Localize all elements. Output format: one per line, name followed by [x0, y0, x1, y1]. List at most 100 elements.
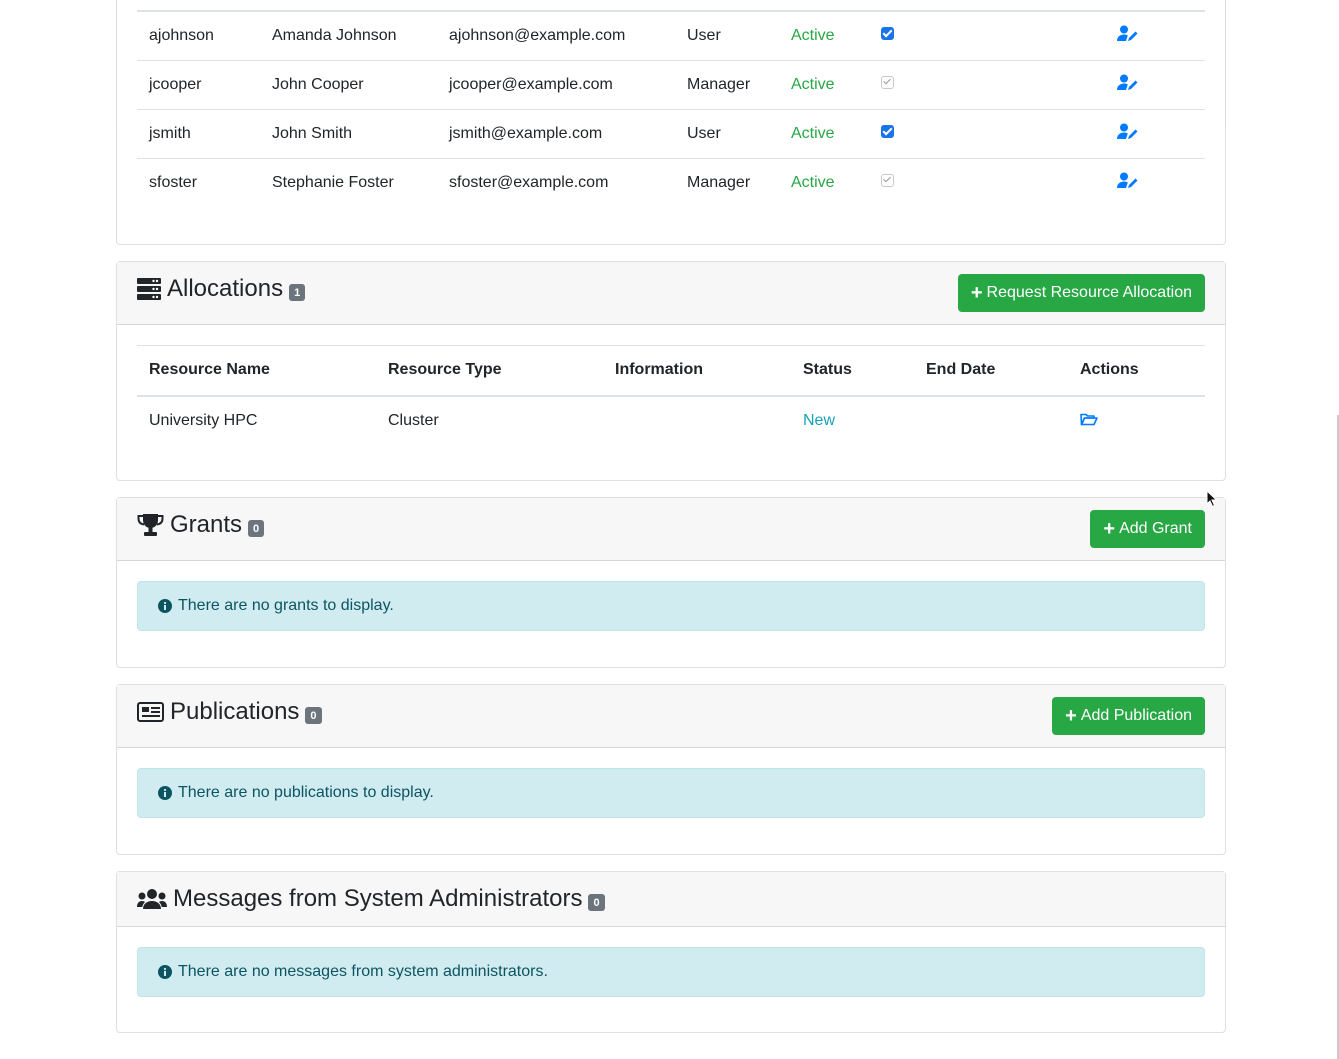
allocations-column-header: End Date [914, 345, 1068, 397]
allocations-heading: Allocations 1 [137, 275, 306, 303]
role-cell: User [675, 108, 779, 158]
notification-cell [869, 59, 999, 109]
username-cell: jsmith [137, 108, 260, 158]
actions-cell [999, 108, 1205, 158]
allocations-title: Allocations [167, 275, 284, 302]
table-row: ajohnson Amanda Johnson ajohnson@example.c… [137, 10, 1205, 60]
grants-count-badge: 0 [248, 519, 265, 537]
request-resource-allocation-button[interactable]: + Request Resource Allocation [957, 274, 1205, 312]
allocations-column-header: Resource Type [376, 345, 603, 397]
notification-checkbox [881, 173, 894, 187]
status-cell: Active [779, 59, 869, 109]
info-circle-icon [158, 965, 172, 979]
username-cell: ajohnson [137, 10, 260, 60]
messages-card: Messages from System Administrators 0 Th… [116, 871, 1226, 1033]
publications-empty-message: There are no publications to display. [178, 784, 434, 801]
add-grant-button[interactable]: + Add Grant [1090, 510, 1205, 548]
grants-empty-alert: There are no grants to display. [137, 581, 1205, 631]
publications-card: Publications 0 + Add Publication There a… [116, 684, 1226, 855]
add-publication-button[interactable]: + Add Publication [1052, 697, 1205, 735]
allocations-card: Allocations 1 + Request Resource Allocat… [116, 261, 1226, 481]
add-publication-label: Add Publication [1080, 707, 1192, 724]
notification-cell [869, 10, 999, 60]
username-cell: sfoster [137, 157, 260, 207]
name-cell: John Cooper [260, 59, 437, 109]
publications-empty-alert: There are no publications to display. [137, 768, 1205, 818]
messages-heading: Messages from System Administrators 0 [137, 885, 605, 913]
mouse-pointer-icon [1206, 489, 1218, 513]
allocations-card-body: Resource Name Resource Type Information Sta… [117, 325, 1225, 466]
allocations-count-badge: 1 [289, 283, 306, 301]
allocation-actions-cell [1068, 396, 1205, 446]
allocations-column-header: Status [791, 345, 914, 397]
user-edit-icon[interactable] [1117, 25, 1139, 42]
name-cell: Amanda Johnson [260, 10, 437, 60]
user-edit-icon[interactable] [1117, 172, 1139, 189]
name-cell: John Smith [260, 108, 437, 158]
server-icon [137, 278, 161, 300]
messages-empty-message: There are no messages from system admini… [178, 963, 548, 980]
trophy-icon [137, 513, 164, 537]
publications-title: Publications [170, 698, 300, 725]
messages-count-badge: 0 [588, 893, 605, 911]
info-circle-icon [158, 786, 172, 800]
users-table: ajohnson Amanda Johnson ajohnson@example.c… [137, 10, 1205, 207]
allocations-column-header: Resource Name [137, 345, 376, 397]
end-date-cell [914, 396, 1068, 446]
email-cell: sfoster@example.com [437, 157, 675, 207]
table-row: jcooper John Cooper jcooper@example.com Man… [137, 59, 1205, 109]
user-edit-icon[interactable] [1117, 74, 1139, 91]
user-edit-icon[interactable] [1117, 123, 1139, 140]
grants-empty-message: There are no grants to display. [178, 597, 394, 614]
allocations-table-body: University HPC Cluster New [137, 396, 1205, 446]
notification-cell [869, 157, 999, 207]
email-cell: jsmith@example.com [437, 108, 675, 158]
resource-name-cell: University HPC [149, 412, 258, 429]
notification-cell [869, 108, 999, 158]
status-cell: Active [779, 157, 869, 207]
publications-count-badge: 0 [305, 706, 322, 724]
messages-card-header: Messages from System Administrators 0 [117, 872, 1225, 927]
email-cell: jcooper@example.com [437, 59, 675, 109]
actions-cell [999, 10, 1205, 60]
plus-icon: + [1065, 705, 1077, 727]
messages-empty-alert: There are no messages from system admini… [137, 947, 1205, 997]
info-circle-icon [158, 599, 172, 613]
notification-checkbox[interactable] [881, 26, 894, 40]
role-cell: User [675, 10, 779, 60]
folder-open-icon[interactable] [1080, 412, 1098, 426]
notification-checkbox[interactable] [881, 124, 894, 138]
newspaper-icon [137, 702, 164, 722]
information-cell [603, 396, 791, 446]
grants-card-header: Grants 0 + Add Grant [117, 498, 1225, 561]
users-table-body: ajohnson Amanda Johnson ajohnson@example.c… [137, 10, 1205, 207]
allocations-table-head: Resource Name Resource Type Information Sta… [137, 345, 1205, 397]
role-cell: Manager [675, 59, 779, 109]
publications-card-body: There are no publications to display. [117, 748, 1225, 838]
status-cell: Active [779, 108, 869, 158]
allocations-header-row: Resource Name Resource Type Information Sta… [137, 345, 1205, 397]
messages-title: Messages from System Administrators [173, 885, 583, 912]
username-cell: jcooper [137, 59, 260, 109]
allocations-table: Resource Name Resource Type Information Sta… [137, 345, 1205, 446]
allocations-column-header: Actions [1068, 345, 1205, 397]
table-row: University HPC Cluster New [137, 396, 1205, 446]
notification-checkbox [881, 75, 894, 89]
status-cell: Active [779, 10, 869, 60]
grants-card-body: There are no grants to display. [117, 561, 1225, 651]
table-row: jsmith John Smith jsmith@example.com User Ac… [137, 108, 1205, 158]
table-row: sfoster Stephanie Foster sfoster@example.c… [137, 157, 1205, 207]
grants-card: Grants 0 + Add Grant There are no grants… [116, 497, 1226, 668]
grants-title: Grants [170, 511, 243, 538]
publications-card-header: Publications 0 + Add Publication [117, 685, 1225, 748]
allocations-card-header: Allocations 1 + Request Resource Allocat… [117, 262, 1225, 325]
users-icon [137, 888, 167, 910]
email-cell: ajohnson@example.com [437, 10, 675, 60]
messages-card-body: There are no messages from system admini… [117, 927, 1225, 1017]
add-grant-label: Add Grant [1119, 520, 1192, 537]
actions-cell [999, 157, 1205, 207]
project-users-card: ajohnson Amanda Johnson ajohnson@example.c… [116, 0, 1226, 245]
publications-heading: Publications 0 [137, 698, 322, 726]
name-cell: Stephanie Foster [260, 157, 437, 207]
request-resource-allocation-label: Request Resource Allocation [986, 284, 1192, 301]
